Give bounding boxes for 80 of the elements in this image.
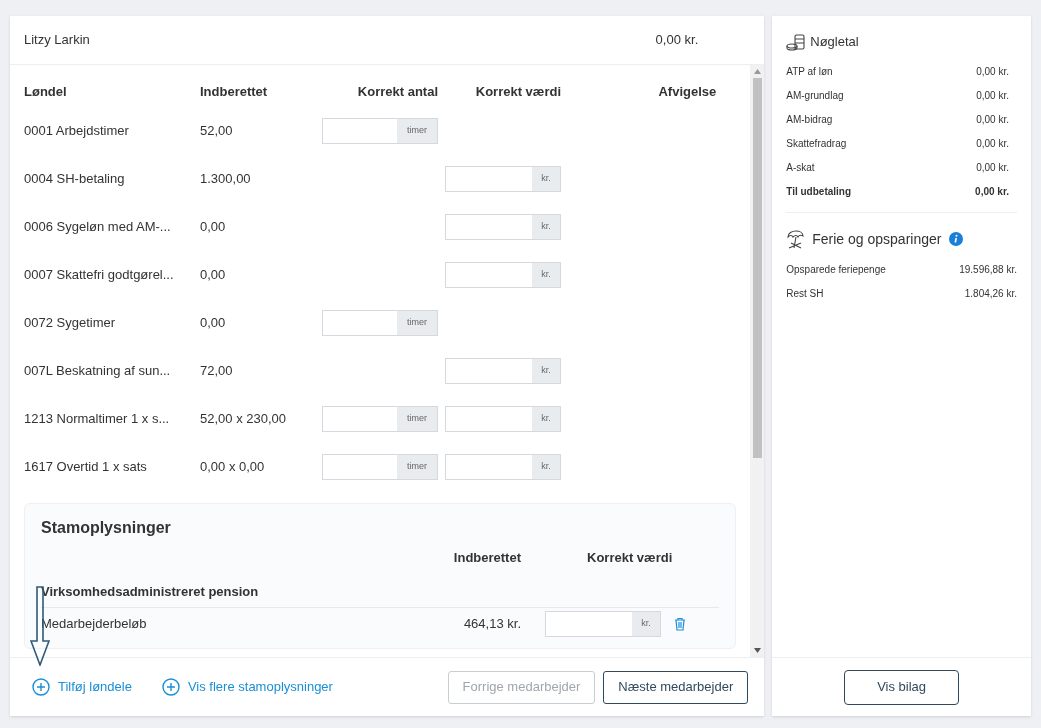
savings-value: 19.596,88 kr. [959,263,1017,277]
unit-input-field[interactable]: timer [322,454,438,480]
pay-item-name: 0004 SH-betaling [24,170,126,189]
unit-label: kr. [632,612,660,636]
reported-value: 1.300,00 [200,170,252,189]
savings-value: 1.804,26 kr. [964,287,1017,301]
panel-title: Nøgletal [810,33,859,51]
pay-item-name: 1213 Normaltimer 1 x s... [24,410,171,429]
figure-label: ATP af løn [786,65,833,79]
figure-label: A-skat [786,161,815,175]
unit-input-field[interactable]: timer [322,406,438,432]
unit-input-field[interactable]: kr. [445,262,561,288]
column-header: Indberettet [452,549,521,567]
section-title: Stamoplysninger [41,518,172,538]
column-header: Indberettet [200,82,269,101]
reported-value: 52,00 [200,122,234,141]
pay-item-name: 007L Beskatning af sun... [24,362,172,381]
reported-value: 72,00 [200,362,234,381]
figure-value: 0,00 kr. [976,65,1009,79]
unit-label: kr. [532,215,560,239]
unit-input-field[interactable]: kr. [445,166,561,192]
pay-item-name: 0001 Arbejdstimer [24,122,130,141]
column-header: Korrekt antal [356,82,438,101]
unit-label: kr. [532,359,560,383]
unit-label: kr. [532,407,560,431]
savings-label: Rest SH [786,287,824,301]
pay-item-name: 0007 Skattefri godtgørel... [24,266,175,285]
savings-label: Opsparede feriepenge [786,263,886,277]
panel-title: Ferie og opsparinger [812,229,942,249]
figure-label: AM-bidrag [786,113,833,127]
figure-label: Skattefradrag [786,137,847,151]
unit-label: kr. [532,263,560,287]
scroll-up-icon[interactable] [753,69,761,74]
reported-value: 0,00 [200,266,227,285]
unit-label: timer [397,407,437,431]
beach-umbrella-icon [786,229,807,249]
pay-item-name: 1617 Overtid 1 x sats [24,458,148,477]
unit-input-field[interactable]: kr. [445,454,561,480]
employee-name: Litzy Larkin [24,31,90,50]
reported-value: 0,00 x 0,00 [200,458,266,477]
column-header: Afvigelse [657,82,718,101]
unit-input-field[interactable]: kr. [445,214,561,240]
plus-circle-icon [161,678,180,696]
unit-label: timer [397,455,437,479]
column-header: Løndel [24,82,68,101]
figure-value: 0,00 kr. [976,113,1009,127]
reported-value: 52,00 x 230,00 [200,410,288,429]
coins-icon [786,32,807,51]
figure-label: Til udbetaling [786,185,852,199]
scrollbar[interactable] [750,65,765,657]
show-more-master-data-link[interactable]: Vis flere stamoplysninger [161,677,333,697]
unit-input-field[interactable]: kr. [445,358,561,384]
column-header: Korrekt værdi [474,82,561,101]
employee-amount: 0,00 kr. [655,31,699,50]
pay-item-name: 0072 Sygetimer [24,314,117,333]
unit-input-field[interactable]: timer [322,118,438,144]
figure-value: 0,00 kr. [976,161,1009,175]
figure-value: 0,00 kr. [976,89,1009,103]
plus-circle-icon [32,678,50,696]
unit-label: kr. [532,455,560,479]
info-icon[interactable] [949,232,964,246]
reported-value: 0,00 [200,218,227,237]
add-pay-items-link[interactable]: Tilføj løndele [32,677,132,697]
scroll-down-icon[interactable] [753,648,761,653]
employee-nav-button[interactable]: Næste medarbejder [603,670,749,704]
figure-label: AM-grundlag [786,89,844,103]
figure-value: 0,00 kr. [976,137,1009,151]
unit-label: timer [397,119,437,143]
show-voucher-button[interactable]: Vis bilag [844,669,960,705]
unit-label: timer [397,311,437,335]
unit-input-field[interactable]: timer [322,310,438,336]
unit-label: kr. [532,167,560,191]
figure-value: 0,00 kr. [975,185,1009,199]
reported-value: 464,13 kr. [462,615,521,634]
trash-icon[interactable] [673,617,687,631]
unit-input-field[interactable]: kr. [445,406,561,432]
unit-input-field[interactable]: kr. [545,611,661,637]
column-header: Korrekt værdi [586,549,674,567]
reported-value: 0,00 [200,314,227,333]
pay-item-name: 0006 Sygeløn med AM-... [24,218,172,237]
